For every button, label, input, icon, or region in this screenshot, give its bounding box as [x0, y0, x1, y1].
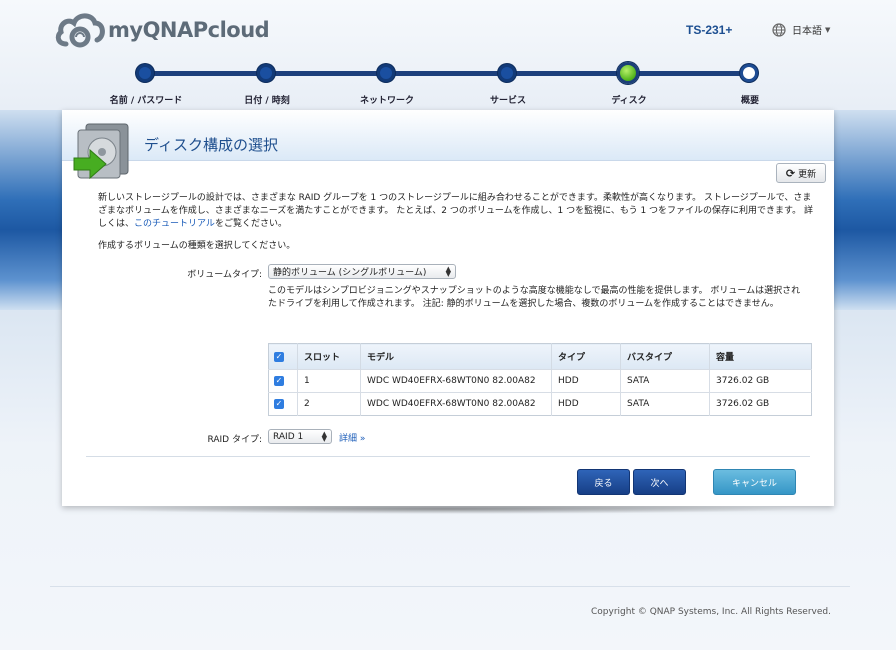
column-header-capacity: 容量 [709, 343, 812, 370]
row-checkbox[interactable]: ✓ [274, 376, 284, 386]
myqnapcloud-logo: myQNAPcloud [54, 10, 270, 50]
cell-slot: 2 [297, 392, 361, 416]
select-arrows-icon: ▲ ▼ [321, 429, 327, 443]
volume-type-select[interactable]: 静的ボリューム (シングルボリューム) ▲ ▼ [268, 264, 456, 279]
column-header-bus-type: バスタイプ [620, 343, 710, 370]
panel-header: ディスク構成の選択 [62, 110, 834, 161]
column-header-type: タイプ [551, 343, 621, 370]
step-dot-network [377, 64, 395, 82]
step-label-date-time: 日付 / 時刻 [244, 96, 290, 106]
step-label-disk: ディスク [611, 96, 647, 106]
step-label-name-password: 名前 / パスワード [109, 96, 183, 106]
device-model: TS-231+ [686, 23, 733, 37]
cell-bus: SATA [620, 392, 710, 416]
cell-bus: SATA [620, 369, 710, 393]
language-label: 日本語 [792, 26, 822, 37]
copyright-text: Copyright © QNAP Systems, Inc. All Right… [591, 607, 831, 617]
chevron-down-icon: ▼ [825, 25, 831, 34]
globe-icon [772, 22, 786, 37]
row-checkbox-cell[interactable]: ✓ [268, 369, 298, 393]
select-all-checkbox[interactable]: ✓ [274, 351, 284, 362]
raid-detail-link[interactable]: 詳細 » [339, 431, 365, 444]
disk-config-panel: ディスク構成の選択 ⟳ 更新 新しいストレージプールの設計では、さまざまな RA… [62, 110, 834, 506]
column-header-model: モデル [360, 343, 552, 370]
refresh-label: 更新 [798, 169, 817, 180]
cell-capacity: 3726.02 GB [709, 392, 812, 416]
step-dot-summary [740, 64, 758, 82]
raid-type-label: RAID タイプ: [207, 435, 262, 445]
row-checkbox-cell[interactable]: ✓ [268, 392, 298, 416]
volume-type-value: 静的ボリューム (シングルボリューム) [273, 268, 427, 278]
refresh-button[interactable]: ⟳ 更新 [776, 163, 826, 183]
cancel-button[interactable]: キャンセル [713, 469, 796, 495]
step-dot-disk [617, 62, 639, 84]
description-end: をご覧ください。 [214, 219, 287, 229]
back-button[interactable]: 戻る [577, 469, 630, 495]
cell-model: WDC WD40EFRX-68WT0N0 82.00A82 [360, 369, 552, 393]
cell-model: WDC WD40EFRX-68WT0N0 82.00A82 [360, 392, 552, 416]
step-label-network: ネットワーク [359, 96, 415, 106]
step-dot-name-password [136, 64, 154, 82]
step-label-services: サービス [489, 96, 527, 106]
select-all-checkbox-cell[interactable]: ✓ [268, 343, 298, 370]
table-header-row: ✓ スロット モデル タイプ バスタイプ 容量 [268, 343, 812, 370]
page-title: ディスク構成の選択 [144, 136, 278, 154]
column-header-slot: スロット [297, 343, 361, 370]
wizard-progress-line [145, 71, 749, 76]
table-row: ✓ 2 WDC WD40EFRX-68WT0N0 82.00A82 HDD SA… [268, 392, 812, 416]
raid-type-select[interactable]: RAID 1 ▲ ▼ [268, 429, 332, 444]
storage-pool-description: 新しいストレージプールの設計では、さまざまな RAID グループを 1 つのスト… [98, 192, 818, 231]
step-dot-services [498, 64, 516, 82]
next-button[interactable]: 次へ [633, 469, 686, 495]
select-arrows-icon: ▲ ▼ [445, 264, 451, 278]
panel-divider [86, 456, 810, 457]
raid-type-value: RAID 1 [273, 431, 304, 442]
row-checkbox[interactable]: ✓ [274, 399, 284, 409]
cell-slot: 1 [297, 369, 361, 393]
disk-icon [73, 123, 129, 180]
cloud-logo-icon [55, 13, 105, 48]
language-selector[interactable]: 日本語 ▼ [772, 22, 830, 37]
step-dot-date-time [257, 64, 275, 82]
tutorial-link[interactable]: このチュートリアル [134, 219, 215, 229]
choose-volume-prompt: 作成するボリュームの種類を選択してください。 [98, 241, 296, 251]
cell-type: HDD [551, 392, 621, 416]
footer-divider [50, 586, 850, 587]
volume-type-description: このモデルはシンプロビジョニングやスナップショットのような高度な機能なしで最高の… [268, 286, 801, 309]
logo-text: myQNAPcloud [108, 18, 270, 42]
refresh-icon: ⟳ [785, 166, 796, 180]
table-row: ✓ 1 WDC WD40EFRX-68WT0N0 82.00A82 HDD SA… [268, 369, 812, 393]
step-label-summary: 概要 [740, 96, 760, 106]
cell-type: HDD [551, 369, 621, 393]
volume-type-label: ボリュームタイプ: [187, 270, 262, 280]
cell-capacity: 3726.02 GB [709, 369, 812, 393]
disk-table: ✓ スロット モデル タイプ バスタイプ 容量 ✓ 1 WDC WD40EFRX… [268, 343, 812, 416]
